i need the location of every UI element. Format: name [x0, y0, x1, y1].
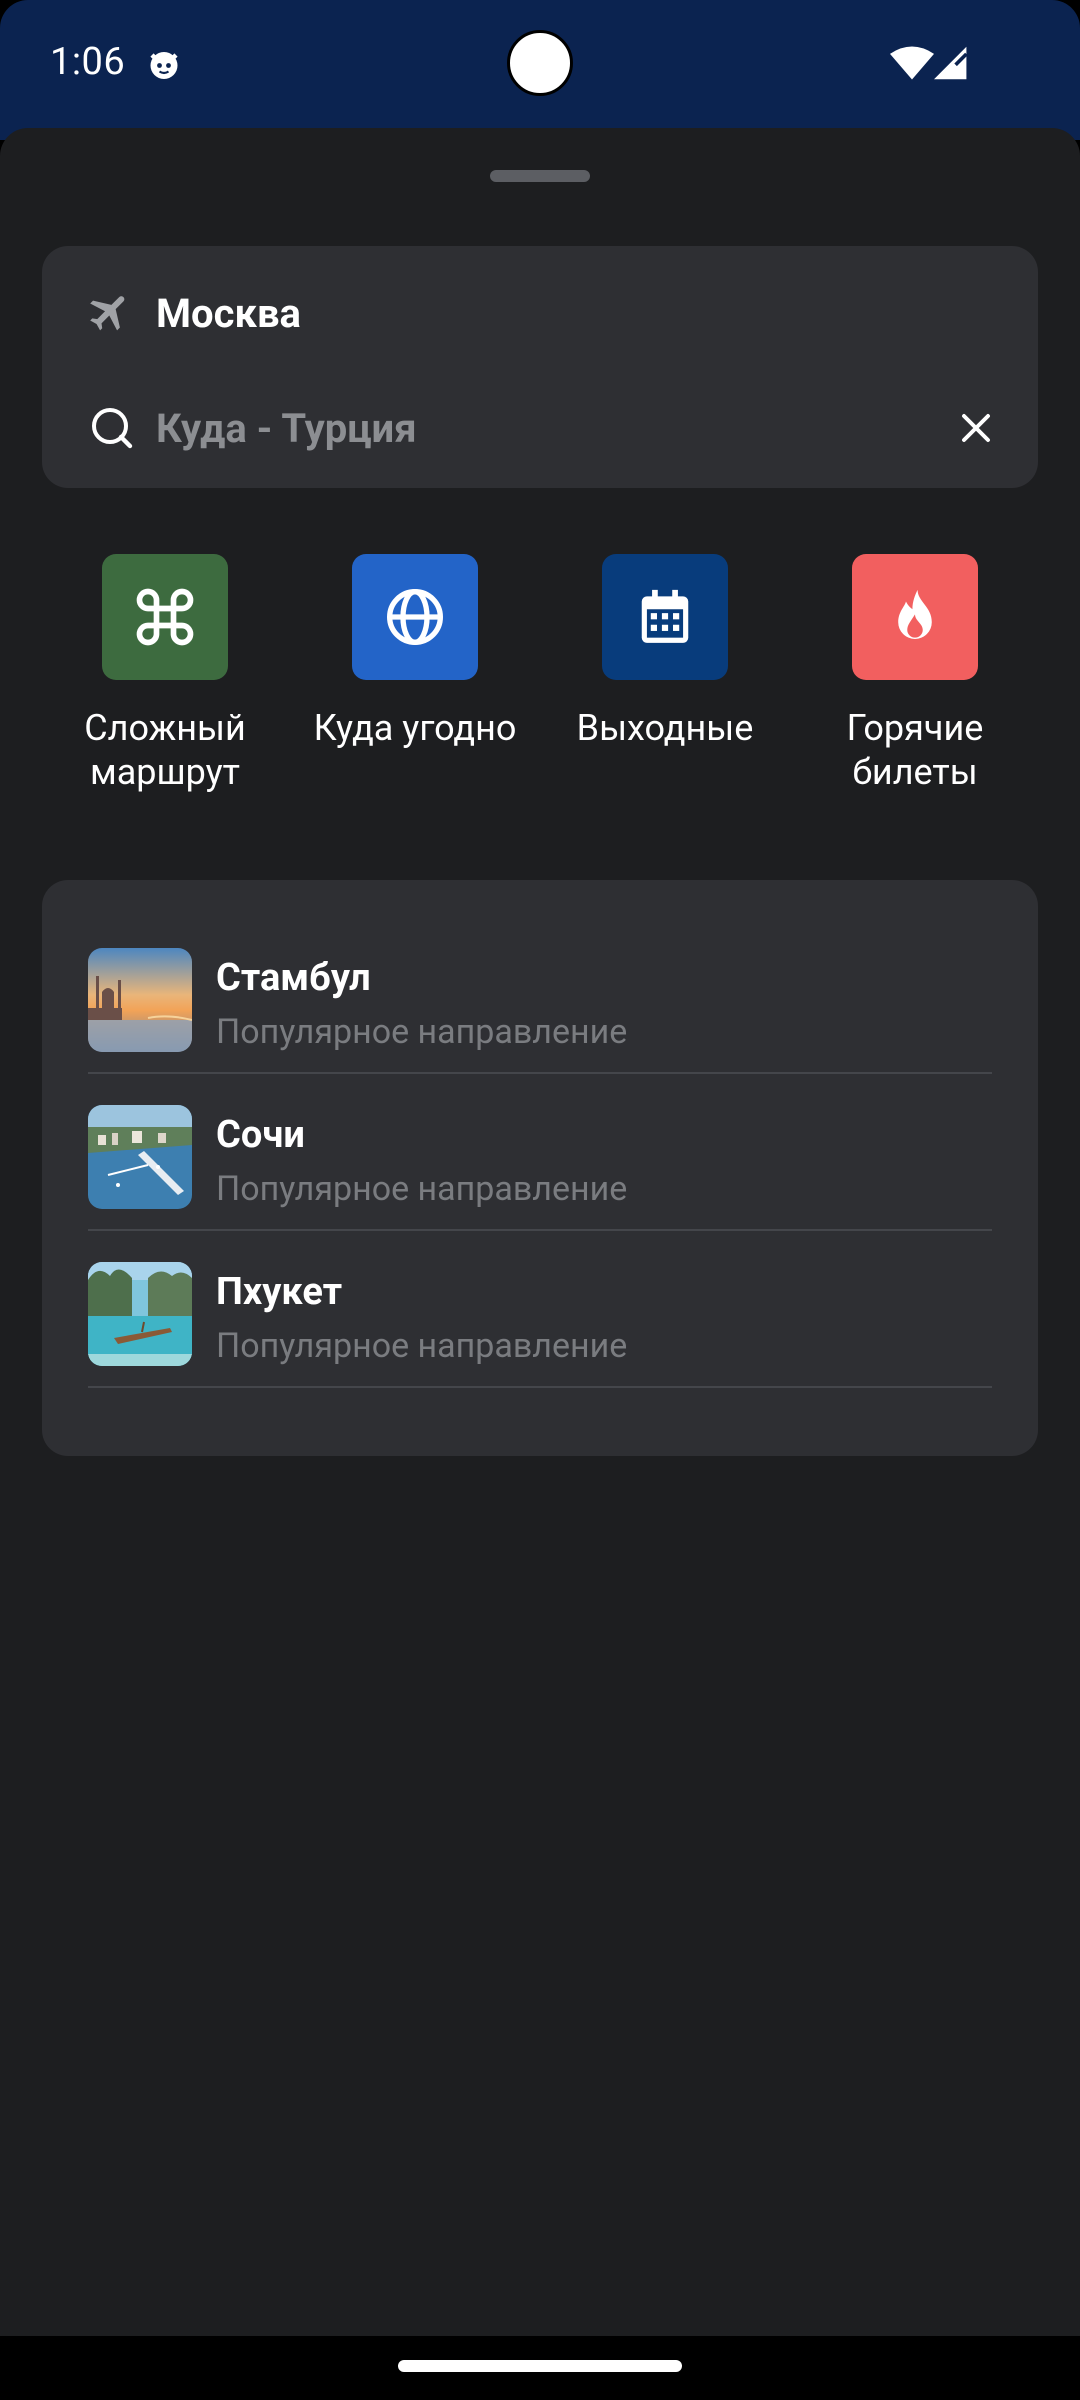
sochi-photo: [88, 1105, 192, 1209]
destination-title: Стамбул: [216, 956, 371, 1000]
cat-face-icon: [150, 52, 178, 79]
camera-cutout: [507, 30, 573, 96]
wifi-icon: [890, 46, 934, 80]
destination-subtitle: Популярное направление: [216, 1012, 628, 1052]
destination-input[interactable]: [156, 398, 856, 458]
status-bar: 1:06: [0, 0, 1080, 140]
quick-action-complex-route[interactable]: Сложный маршрут: [40, 554, 290, 814]
command-icon: [102, 554, 228, 680]
calendar-icon: [602, 554, 728, 680]
quick-action-label: Куда угодно: [313, 707, 517, 749]
destination-field[interactable]: [42, 368, 1038, 488]
globe-icon: [352, 554, 478, 680]
signal-icon: [934, 46, 968, 80]
search-card: Москва: [42, 246, 1038, 488]
quick-action-hot-tickets[interactable]: Горячие билеты: [790, 554, 1040, 814]
list-item[interactable]: Сочи Популярное направление: [88, 1073, 992, 1231]
home-indicator[interactable]: [398, 2360, 682, 2372]
destination-title: Пхукет: [216, 1270, 343, 1314]
list-item[interactable]: Пхукет Популярное направление: [88, 1230, 992, 1388]
close-icon[interactable]: [958, 410, 994, 446]
quick-action-label: Сложный маршрут: [84, 707, 246, 793]
quick-action-label: Горячие билеты: [846, 707, 984, 793]
quick-actions: Сложный маршрут Куда угодно Выходные Гор…: [0, 554, 1080, 814]
divider: [88, 1386, 992, 1388]
istanbul-photo: [88, 948, 192, 1052]
phuket-photo: [88, 1262, 192, 1366]
status-time: 1:06: [50, 40, 126, 84]
quick-action-label: Выходные: [576, 707, 754, 749]
origin-field[interactable]: Москва: [42, 246, 1038, 366]
search-icon: [92, 408, 133, 449]
destination-subtitle: Популярное направление: [216, 1326, 628, 1366]
destination-title: Сочи: [216, 1113, 305, 1157]
quick-action-weekends[interactable]: Выходные: [540, 554, 790, 814]
origin-city: Москва: [156, 290, 301, 337]
quick-action-anywhere[interactable]: Куда угодно: [290, 554, 540, 814]
bottom-sheet: Москва Сложный маршрут: [0, 128, 1080, 2336]
navigation-bar: [0, 2336, 1080, 2400]
airplane-icon: [90, 296, 125, 331]
drag-handle[interactable]: [490, 170, 590, 182]
popular-destinations: Стамбул Популярное направление Сочи Попу…: [42, 880, 1038, 1456]
list-item[interactable]: Стамбул Популярное направление: [88, 916, 992, 1074]
flame-icon: [852, 554, 978, 680]
destination-subtitle: Популярное направление: [216, 1169, 628, 1209]
